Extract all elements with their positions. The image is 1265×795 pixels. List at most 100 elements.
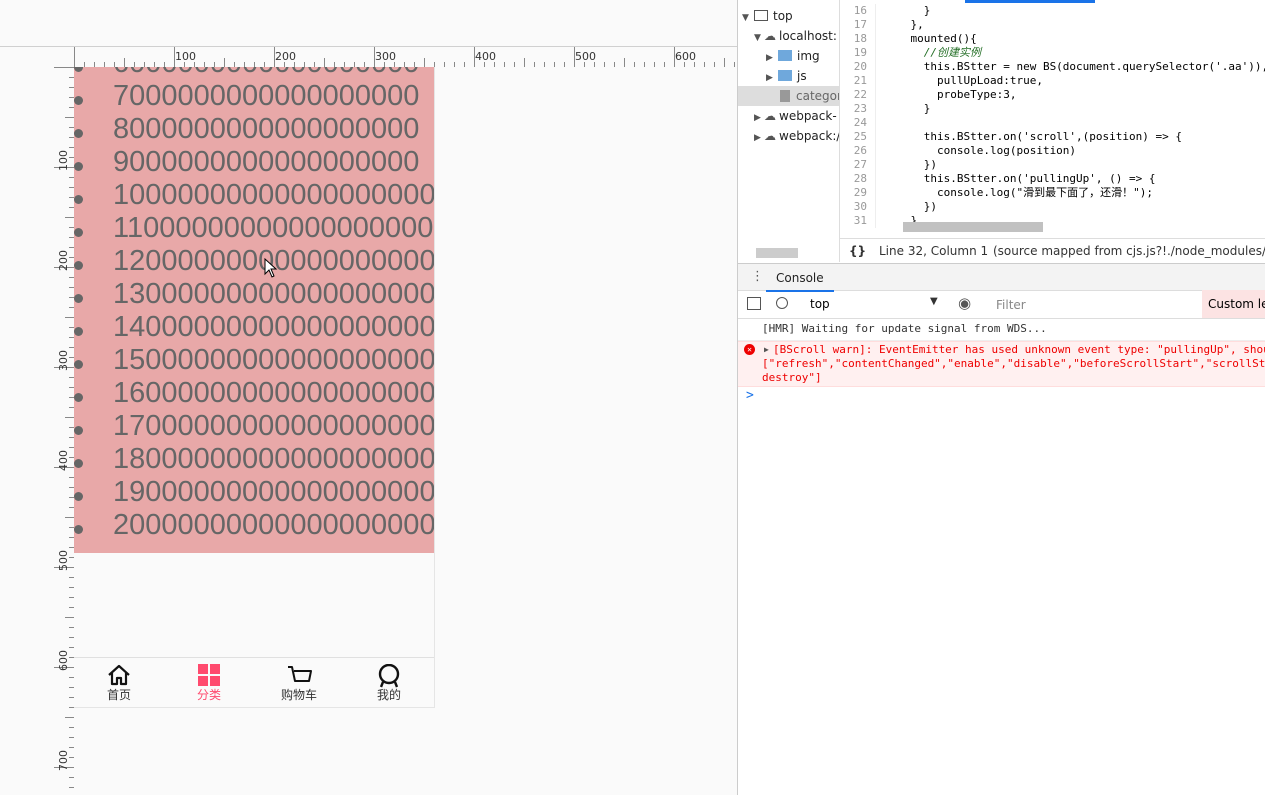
list-item-text: 15000000000000000000 [113,344,434,376]
code-editor[interactable]: 16 } 17 }, 18 mounted(){ 19 //创建实例 20 th… [839,0,1265,232]
code-line: 24 [839,116,884,130]
eye-icon[interactable]: ◉ [958,294,971,312]
tree-item-webpack-1[interactable]: ▶ ☁ webpack- [754,106,837,126]
code-line: 26 console.log(position) [839,144,1076,158]
bullet-icon [74,327,83,336]
list-item-text: 9000000000000000000 [113,146,420,178]
list-item-text: 11000000000000000000 [113,212,434,244]
code-text: } [884,102,931,115]
code-line: 21 pullUpLoad:true, [839,74,1043,88]
tab-cart[interactable]: 购物车 [254,658,344,707]
line-number: 28 [839,172,876,186]
pretty-print-button[interactable]: {} [849,239,866,263]
expand-arrow-icon[interactable]: ▶ [764,343,769,357]
mobile-viewport[interactable]: 6000000000000000000 7000000000000000000 … [74,67,435,708]
line-number: 23 [839,102,876,116]
tree-item-top[interactable]: ▼ top [742,6,793,26]
device-preview-pane: 100 200 300 400 500 600 100 200 300 400 … [0,0,737,795]
line-number: 16 [839,4,876,18]
expand-arrow-icon: ▼ [742,13,749,23]
cloud-icon: ☁ [764,29,776,43]
vertical-ruler-ticks [54,67,74,788]
context-selector[interactable]: top [810,297,830,311]
tree-item-label: webpack- [779,109,837,123]
tree-item-label: categor [796,89,840,103]
code-text: } [884,4,931,17]
clear-console-icon[interactable] [776,297,788,309]
source-map-link[interactable]: (source mapped from cjs.js?!./node_modul… [993,239,1265,263]
code-line: 19 //创建实例 [839,46,981,60]
bullet-icon [74,195,83,204]
code-text: console.log(position) [884,144,1077,157]
ruler-label: 400 [475,50,496,63]
category-icon [198,664,220,686]
filter-input[interactable]: Filter [996,298,1026,312]
line-number: 27 [839,158,876,172]
tree-item-localhost[interactable]: ▼ ☁ localhost: [754,26,837,46]
ruler-label: 500 [57,550,70,571]
line-number: 22 [839,88,876,102]
list-item-text: 8000000000000000000 [113,113,420,145]
list-item-text: 17000000000000000000 [113,410,434,442]
code-text: probeType:3, [884,88,1017,101]
tab-category[interactable]: 分类 [164,658,254,707]
code-line: 17 }, [839,18,924,32]
bullet-icon [74,393,83,402]
code-text: pullUpLoad:true, [884,74,1043,87]
tab-home[interactable]: 首页 [74,658,164,707]
tree-item-js[interactable]: ▶ js [766,66,807,86]
device-toolbar [0,0,737,47]
expand-arrow-icon: ▼ [754,33,761,43]
message-text: [HMR] Waiting for update signal from WDS… [762,322,1047,335]
line-number: 19 [839,46,876,60]
console-message-info: [HMR] Waiting for update signal from WDS… [738,318,1265,341]
scroll-list[interactable]: 6000000000000000000 7000000000000000000 … [74,67,434,553]
list-item-text: 14000000000000000000 [113,311,434,343]
tab-profile[interactable]: 我的 [344,658,434,707]
bullet-icon [74,459,83,468]
tree-item-category-file[interactable]: categor [738,86,839,106]
folder-icon [778,70,792,81]
line-number: 21 [839,74,876,88]
list-item-text: 19000000000000000000 [113,476,434,508]
ruler-label: 500 [575,50,596,63]
line-number: 25 [839,130,876,144]
list-item-text: 7000000000000000000 [113,80,420,112]
tree-item-img[interactable]: ▶ img [766,46,820,66]
ruler-label: 100 [175,50,196,63]
ruler-label: 600 [675,50,696,63]
bullet-icon [74,492,83,501]
chevron-down-icon[interactable]: ▼ [930,296,938,307]
drawer-menu-icon[interactable]: ⋮ [751,269,764,284]
editor-status-bar: {} Line 32, Column 1 (source mapped from… [839,238,1265,263]
cloud-icon: ☁ [764,109,776,123]
ruler-label: 300 [375,50,396,63]
code-text: }) [884,200,937,213]
list-item-text: 20000000000000000000 [113,509,434,541]
code-line: 25 this.BStter.on('scroll',(position) =>… [839,130,1182,144]
error-icon: ✕ [744,344,755,355]
error-line: ["refresh","contentChanged","enable","di… [762,357,1265,370]
tab-console[interactable]: Console [766,264,834,292]
code-text: this.BStter.on('scroll',(position) => { [884,130,1183,143]
cart-icon [288,666,312,682]
code-text: console.log("滑到最下面了，还滑！"); [884,186,1153,199]
console-prompt[interactable]: > [746,388,754,403]
editor-horizontal-scrollbar[interactable] [903,222,1043,232]
line-number: 20 [839,60,876,74]
log-levels-dropdown[interactable]: Custom lev [1202,290,1265,318]
list-item-text: 13000000000000000000 [113,278,434,310]
tree-horizontal-scrollbar[interactable] [756,248,798,258]
tree-item-label: top [773,9,793,23]
home-icon [108,664,130,686]
ruler-label: 300 [57,350,70,371]
code-line: 16 } [839,4,930,18]
tab-label: 分类 [196,688,221,702]
line-number: 18 [839,32,876,46]
mouse-cursor-icon [264,258,278,278]
sidebar-toggle-icon[interactable] [747,297,761,310]
code-line: 23 } [839,102,930,116]
tree-item-webpack-2[interactable]: ▶ ☁ webpack:/ [754,126,839,146]
frame-icon [754,10,768,21]
horizontal-ruler: 100 200 300 400 500 600 [74,47,737,67]
